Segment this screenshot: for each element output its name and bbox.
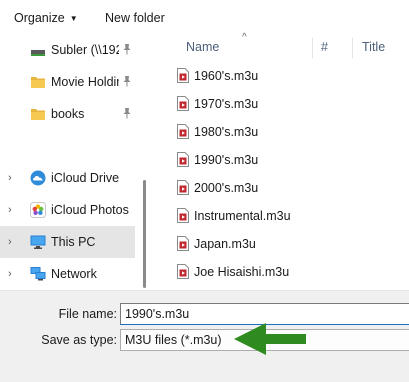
playlist-file-icon <box>177 152 189 167</box>
chevron-right-icon[interactable]: › <box>8 267 18 281</box>
playlist-file-icon <box>177 68 189 83</box>
nav-item-label: This PC <box>51 235 96 249</box>
playlist-file-icon <box>177 96 189 111</box>
file-name: 2000's.m3u <box>194 181 259 195</box>
file-name-label: File name: <box>58 307 117 321</box>
sort-ascending-icon: ^ <box>242 32 247 43</box>
folder-icon <box>31 77 45 88</box>
column-title[interactable]: Title <box>362 40 385 54</box>
chevron-right-icon[interactable]: › <box>8 171 18 185</box>
pin-icon[interactable] <box>121 107 133 119</box>
nav-item-books[interactable]: books <box>0 98 135 130</box>
nav-item-label: iCloud Drive <box>51 171 120 185</box>
new-folder-button[interactable]: New folder <box>105 9 165 27</box>
folder-icon <box>31 109 45 120</box>
column-divider[interactable] <box>312 38 313 58</box>
file-row[interactable]: 1990's.m3u <box>148 146 409 174</box>
nav-item-label: Network <box>51 267 97 281</box>
nav-item-network[interactable]: › Network <box>0 258 135 290</box>
organize-button[interactable]: Organize ▼ <box>14 9 78 27</box>
this-pc-icon <box>30 235 46 249</box>
file-row[interactable]: Joe Hisaishi.m3u <box>148 258 409 286</box>
nav-item-label: Movie Holdir <box>51 75 119 89</box>
caret-down-icon: ▼ <box>69 14 78 23</box>
nav-item-subler[interactable]: Subler (\\192 <box>0 34 135 66</box>
pin-icon[interactable] <box>121 43 133 55</box>
network-icon <box>30 267 46 281</box>
playlist-file-icon <box>177 264 189 279</box>
chevron-right-icon[interactable]: › <box>8 203 18 217</box>
annotation-arrow-icon <box>234 323 306 355</box>
file-row[interactable]: 1970's.m3u <box>148 90 409 118</box>
nav-scrollbar[interactable] <box>143 180 146 288</box>
file-name: Joe Hisaishi.m3u <box>194 265 290 279</box>
playlist-file-icon <box>177 180 189 195</box>
file-name: 1990's.m3u <box>194 153 259 167</box>
file-row[interactable]: 1980's.m3u <box>148 118 409 146</box>
file-name: Instrumental.m3u <box>194 209 291 223</box>
file-row[interactable]: Japan.m3u <box>148 230 409 258</box>
icloud-drive-icon <box>30 170 46 186</box>
file-row[interactable]: 2000's.m3u <box>148 174 409 202</box>
save-panel: File name: Save as type: M3U files (*.m3… <box>0 290 409 382</box>
file-name: 1960's.m3u <box>194 69 259 83</box>
chevron-right-icon[interactable]: › <box>8 235 18 249</box>
toolbar: Organize ▼ New folder <box>0 0 409 34</box>
save-as-type-label: Save as type: <box>41 333 117 347</box>
column-header-row: ^ Name # Title <box>148 32 409 60</box>
nav-item-label: books <box>51 107 85 121</box>
navigation-pane: Subler (\\192 Movie Holdir books › iClou… <box>0 34 148 290</box>
icloud-photos-icon <box>30 202 46 218</box>
file-name: 1970's.m3u <box>194 97 259 111</box>
network-drive-icon <box>31 50 45 56</box>
column-divider[interactable] <box>352 38 353 58</box>
playlist-file-icon <box>177 208 189 223</box>
nav-item-movie-holdir[interactable]: Movie Holdir <box>0 66 135 98</box>
column-name[interactable]: Name <box>186 40 219 54</box>
file-row[interactable]: Instrumental.m3u <box>148 202 409 230</box>
nav-item-icloud-photos[interactable]: › iCloud Photos <box>0 194 135 226</box>
nav-item-label: iCloud Photos <box>51 203 129 217</box>
pin-icon[interactable] <box>121 75 133 87</box>
file-list: ^ Name # Title 1960's.m3u 1970's.m3u 198… <box>148 32 409 290</box>
organize-label: Organize <box>14 11 65 25</box>
column-number[interactable]: # <box>321 40 328 54</box>
playlist-file-icon <box>177 124 189 139</box>
nav-item-this-pc[interactable]: › This PC <box>0 226 135 258</box>
file-row[interactable]: 1960's.m3u <box>148 62 409 90</box>
file-name: 1980's.m3u <box>194 125 259 139</box>
file-name-input[interactable] <box>120 303 409 325</box>
nav-item-icloud-drive[interactable]: › iCloud Drive <box>0 162 135 194</box>
nav-item-label: Subler (\\192 <box>51 43 119 57</box>
file-name: Japan.m3u <box>194 237 256 251</box>
playlist-file-icon <box>177 236 189 251</box>
